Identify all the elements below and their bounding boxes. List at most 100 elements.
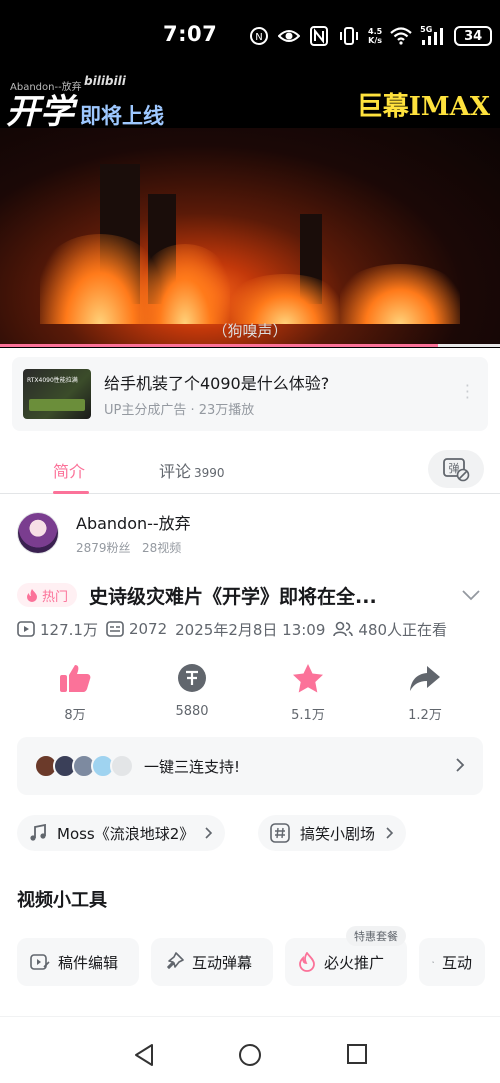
meta-danmaku: 2072 [106,620,167,638]
video-frame [0,124,500,344]
video-title-row[interactable]: 热门 史诗级灾难片《开学》即将在全... [17,580,487,610]
edit-video-icon [30,954,50,970]
chevron-right-icon [386,827,394,839]
tab-active-indicator [53,491,89,494]
system-navigation-bar [0,1016,500,1083]
chevron-down-icon[interactable] [461,586,481,605]
chevron-right-icon [455,757,465,777]
danmaku-off-icon: 弹 [443,458,470,482]
uploader-row[interactable]: Abandon--放弃 2879粉丝 28视频 [17,511,191,555]
topic-chip[interactable]: 搞笑小剧场 [258,815,407,851]
like-count: 8万 [64,708,86,723]
signal-label: 5G [420,25,433,34]
lock-person-icon [432,961,434,963]
play-count-icon [17,621,35,637]
ad-card[interactable]: RTX4090性能拉满 给手机装了个4090是什么体验? UP主分成广告 · 2… [12,357,488,431]
topic-chip-label: 搞笑小剧场 [300,824,376,843]
meta-date: 2025年2月8日 13:09 [175,620,326,639]
hashtag-icon [270,823,290,843]
home-icon[interactable] [238,1043,262,1071]
people-icon [333,621,354,637]
video-right-title: 巨幕IMAX [356,92,490,122]
uploader-info: Abandon--放弃 2879粉丝 28视频 [76,510,191,556]
meta-plays: 127.1万 [17,619,98,640]
share-count: 1.2万 [408,708,442,723]
tab-comments-count: 3990 [194,466,225,480]
video-progress-fill [0,344,438,347]
eye-icon [278,25,300,47]
danmaku-toggle-button[interactable]: 弹 [428,450,484,488]
n-icon [308,25,330,47]
supporter-avatars [34,754,134,778]
music-chip-label: Moss《流浪地球2》 [57,824,195,843]
hot-badge[interactable]: 热门 [17,583,78,607]
avatar[interactable] [17,512,59,554]
music-note-icon [30,824,46,841]
tab-comments[interactable]: 评论 3990 [159,458,225,482]
danmaku-count-icon [106,621,124,637]
coin-count: 5880 [175,704,209,719]
meta-plays-value: 127.1万 [40,620,98,639]
ad-thumb-text: RTX4090性能拉满 [27,377,78,384]
video-subtitle: （狗嗅声） [212,322,288,340]
coin-button[interactable]: 5880 [157,660,227,719]
ad-title: 给手机装了个4090是什么体验? [104,374,330,393]
tools-section-title: 视频小工具 [17,890,107,911]
wifi-icon [390,25,412,47]
video-player[interactable]: 开学 Abandon--放弃 bilibili 即将上线 巨幕IMAX （狗嗅声… [0,72,500,344]
favorite-count: 5.1万 [291,708,325,723]
pin-icon [167,952,184,969]
uploader-fans: 2879粉丝 [76,541,131,555]
share-button[interactable]: 1.2万 [390,660,460,723]
ad-thumb-graphic [29,399,85,411]
triple-support-card[interactable]: 一键三连支持! [17,737,483,795]
uploader-videos: 28视频 [142,541,182,555]
video-meta-row: 127.1万 2072 2025年2月8日 13:09 480人正在看 [17,618,455,640]
tool-interactive-button[interactable]: 互动 [419,938,485,986]
video-progress-bar[interactable] [0,344,500,347]
supporter-more [110,754,134,778]
action-bar: 8万 5880 5.1万 1.2万 [0,660,500,726]
back-icon[interactable] [133,1043,155,1071]
music-chip[interactable]: Moss《流浪地球2》 [17,815,226,851]
net-speed: 4.5 K/s [368,27,382,45]
uploader-name[interactable]: Abandon--放弃 [76,510,191,534]
video-title-banner: 开学 Abandon--放弃 bilibili 即将上线 巨幕IMAX [0,72,500,132]
fire-glow [140,244,230,324]
favorite-button[interactable]: 5.1万 [273,660,343,723]
tab-intro[interactable]: 简介 [53,458,85,482]
status-time: 7:07 [163,22,218,46]
tool-promote-label: 必火推广 [324,953,385,972]
like-button[interactable]: 8万 [40,660,110,723]
recent-apps-icon[interactable] [346,1043,368,1069]
tool-interactive-danmaku-button[interactable]: 互动弹幕 [151,938,273,986]
tab-bar: 简介 评论 3990 弹 [0,442,500,494]
svg-text:N: N [255,32,262,43]
coin-icon [178,664,206,692]
video-title-rest: 即将上线 [80,104,164,128]
video-uploader-tag: Abandon--放弃 [10,82,82,93]
tool-interactive-danmaku-label: 互动弹幕 [192,953,253,972]
fire-glow [230,274,340,324]
uploader-stats: 2879粉丝 28视频 [76,539,191,556]
status-bar: 7:07 N 4.5 K/s 5G 34 [0,0,500,72]
tool-edit-label: 稿件编辑 [58,953,119,972]
meta-watching: 480人正在看 [333,619,447,640]
fire-glow [340,264,460,324]
battery-icon: 34 [454,26,493,46]
ad-thumbnail: RTX4090性能拉满 [23,369,91,419]
chevron-right-icon [205,827,213,839]
more-options-icon[interactable]: · · · [465,378,470,406]
star-icon [293,664,323,693]
tool-edit-button[interactable]: 稿件编辑 [17,938,139,986]
ad-text: 给手机装了个4090是什么体验? UP主分成广告 · 23万播放 [104,370,329,418]
nfc-icon: N [248,25,270,47]
net-speed-unit: K/s [368,36,383,45]
flame-icon [27,589,37,602]
net-speed-value: 4.5 [368,27,383,36]
meta-danmaku-value: 2072 [128,620,168,638]
tab-comments-label: 评论 [159,462,192,481]
fire-icon [299,952,315,972]
vibrate-icon [338,25,360,47]
ad-subtitle: UP主分成广告 · 23万播放 [104,403,255,418]
